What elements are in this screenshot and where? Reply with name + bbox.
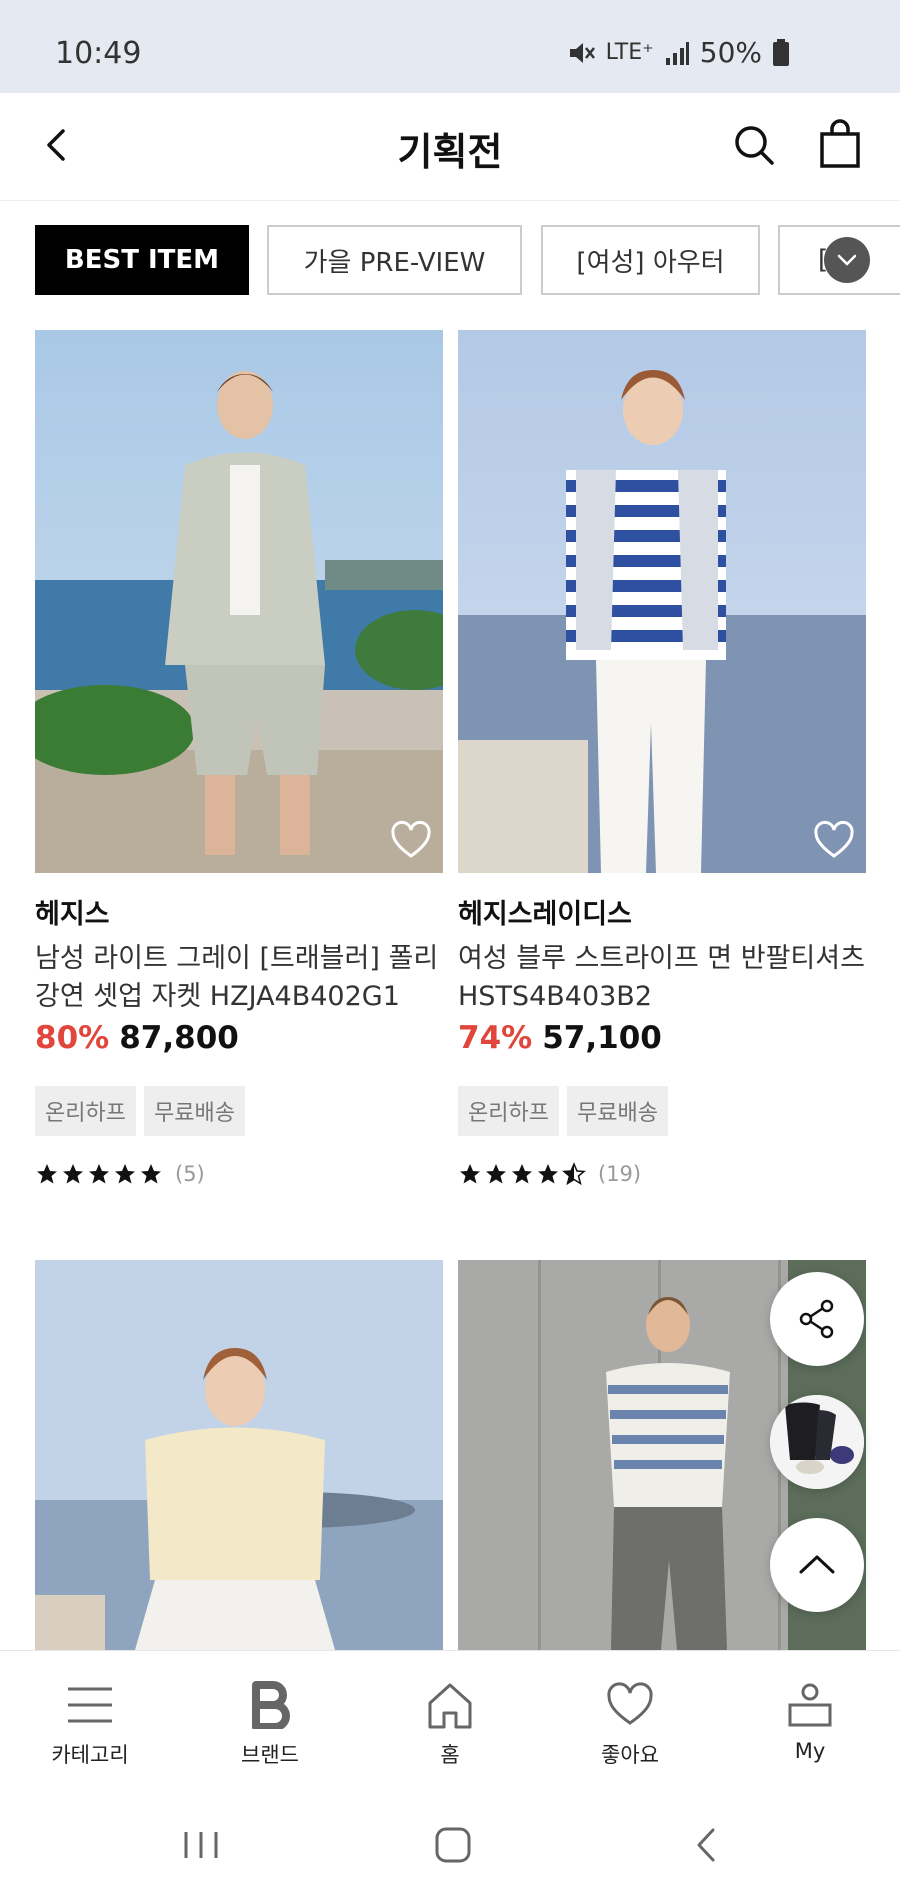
user-icon — [788, 1683, 832, 1727]
tab-women-outer[interactable]: [여성] 아우터 — [541, 225, 760, 295]
nav-category[interactable]: 카테고리 — [0, 1651, 180, 1788]
recent-apps-button[interactable] — [176, 1820, 226, 1870]
rating: (19) — [458, 1162, 641, 1186]
share-button[interactable] — [770, 1272, 864, 1366]
status-indicators: LTE⁺ 50% — [566, 36, 790, 69]
home-square-icon — [435, 1827, 471, 1863]
star-icon — [512, 1164, 532, 1184]
status-bar: 10:49 LTE⁺ 50% — [0, 0, 900, 93]
signal-icon — [665, 41, 689, 65]
recent-product-image — [770, 1395, 864, 1489]
nav-likes[interactable]: 좋아요 — [540, 1651, 720, 1788]
heart-outline-icon — [814, 820, 854, 858]
nav-label: My — [794, 1739, 826, 1763]
search-button[interactable] — [726, 117, 782, 173]
shopping-bag-button[interactable] — [812, 117, 868, 173]
badge-list: 온리하프 무료배송 — [458, 1086, 668, 1136]
price-row: 80% 87,800 — [35, 1020, 239, 1056]
heart-outline-icon — [391, 820, 431, 858]
status-time: 10:49 — [55, 36, 142, 71]
battery-percent: 50% — [699, 36, 762, 69]
search-icon — [735, 126, 774, 165]
nav-home[interactable]: 홈 — [360, 1651, 540, 1788]
menu-icon — [68, 1687, 112, 1723]
home-icon — [428, 1683, 472, 1729]
star-icon — [37, 1164, 57, 1184]
star-icon — [89, 1164, 109, 1184]
tab-autumn-preview[interactable]: 가을 PRE-VIEW — [267, 225, 522, 295]
badge-only-half: 온리하프 — [458, 1086, 559, 1136]
badge-free-shipping: 무료배송 — [143, 1086, 245, 1136]
product-image[interactable] — [458, 330, 866, 873]
tabs-expand-button[interactable] — [824, 237, 870, 283]
discount-rate: 80% — [35, 1020, 110, 1056]
chevron-up-icon — [799, 1555, 835, 1574]
tab-best-item[interactable]: BEST ITEM — [35, 225, 249, 295]
home-system-button[interactable] — [428, 1820, 478, 1870]
chevron-left-icon — [697, 1828, 715, 1862]
star-rating — [35, 1162, 163, 1186]
shopping-bag-icon — [820, 119, 860, 168]
product-image[interactable] — [35, 1260, 443, 1650]
badge-list: 온리하프 무료배송 — [35, 1086, 245, 1136]
nav-label: 좋아요 — [601, 1743, 659, 1767]
nav-my[interactable]: My — [720, 1651, 900, 1788]
review-count: (19) — [598, 1162, 642, 1186]
scroll-to-top-button[interactable] — [770, 1518, 864, 1612]
product-price: 57,100 — [542, 1020, 662, 1056]
chevron-down-icon — [837, 254, 857, 266]
nav-label: 홈 — [440, 1743, 460, 1767]
category-tabs: BEST ITEM 가을 PRE-VIEW [여성] 아우터 [ — [0, 201, 900, 321]
share-icon — [799, 1299, 834, 1339]
wishlist-heart-button[interactable] — [389, 819, 433, 863]
bottom-navigation: 카테고리 브랜드 홈 좋아요 My — [0, 1650, 900, 1788]
mute-icon — [569, 42, 595, 63]
brand-b-icon — [252, 1681, 290, 1729]
star-icon — [538, 1164, 558, 1184]
battery-icon — [773, 38, 789, 66]
star-half-icon — [562, 1162, 586, 1186]
product-name[interactable]: 남성 라이트 그레이 [트래블러] 폴리 강연 셋업 자켓 HZJA4B402G… — [35, 940, 445, 1016]
rating: (5) — [35, 1162, 205, 1186]
review-count: (5) — [175, 1162, 205, 1186]
nav-brand[interactable]: 브랜드 — [180, 1651, 360, 1788]
badge-free-shipping: 무료배송 — [566, 1086, 668, 1136]
recent-product-thumbnail[interactable] — [770, 1395, 864, 1489]
product-brand: 헤지스레이디스 — [458, 899, 632, 930]
network-label: LTE⁺ — [605, 40, 654, 65]
app-header: 기획전 — [0, 93, 900, 201]
nav-label: 브랜드 — [241, 1743, 299, 1767]
wishlist-heart-button[interactable] — [812, 819, 856, 863]
star-icon — [63, 1164, 83, 1184]
product-image[interactable] — [35, 330, 443, 873]
product-brand: 헤지스 — [35, 899, 110, 930]
product-name[interactable]: 여성 블루 스트라이프 면 반팔티셔츠 HSTS4B403B2 — [458, 940, 868, 1016]
system-back-button[interactable] — [682, 1820, 732, 1870]
star-icon — [460, 1164, 480, 1184]
star-icon — [115, 1164, 135, 1184]
nav-label: 카테고리 — [51, 1743, 129, 1767]
star-icon — [141, 1164, 161, 1184]
system-navigation-bar — [0, 1788, 900, 1900]
heart-icon — [607, 1682, 653, 1725]
discount-rate: 74% — [458, 1020, 533, 1056]
price-row: 74% 57,100 — [458, 1020, 662, 1056]
product-price: 87,800 — [119, 1020, 239, 1056]
recent-apps-icon — [184, 1832, 218, 1858]
badge-only-half: 온리하프 — [35, 1086, 136, 1136]
star-icon — [486, 1164, 506, 1184]
star-rating — [458, 1162, 586, 1186]
